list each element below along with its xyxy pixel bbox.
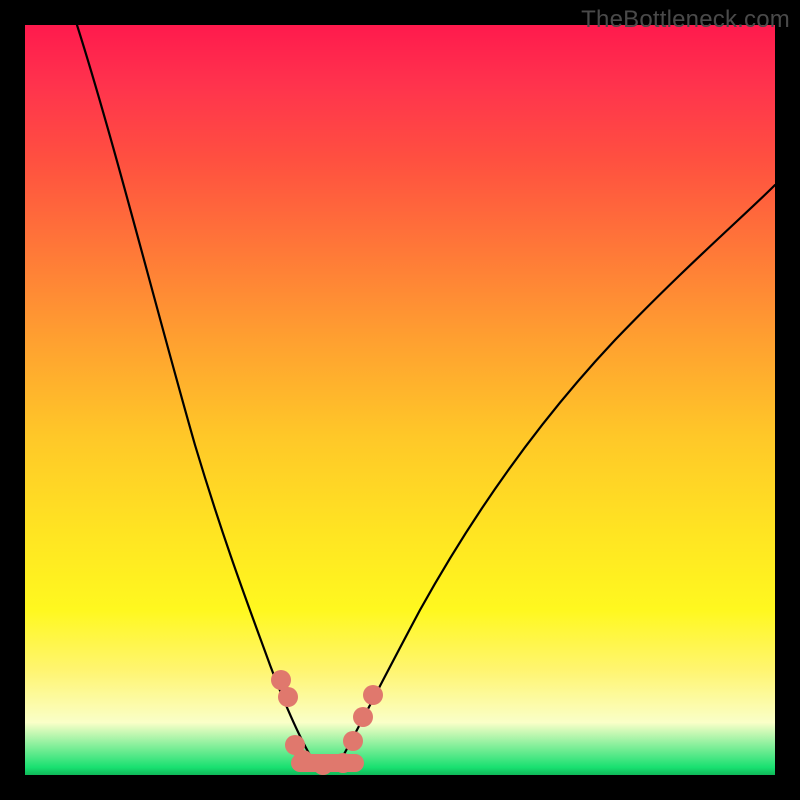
chart-frame: TheBottleneck.com bbox=[0, 0, 800, 800]
curve-left bbox=[77, 25, 317, 767]
marker-dot bbox=[353, 707, 373, 727]
marker-cluster bbox=[271, 670, 383, 775]
plot-area bbox=[25, 25, 775, 775]
curve-right bbox=[337, 185, 775, 767]
marker-dot bbox=[343, 731, 363, 751]
marker-dot bbox=[333, 753, 353, 773]
marker-dot bbox=[293, 750, 313, 770]
marker-dot bbox=[313, 755, 333, 775]
marker-dot bbox=[363, 685, 383, 705]
marker-dot bbox=[278, 687, 298, 707]
watermark-text: TheBottleneck.com bbox=[581, 6, 790, 34]
curve-layer bbox=[25, 25, 775, 775]
